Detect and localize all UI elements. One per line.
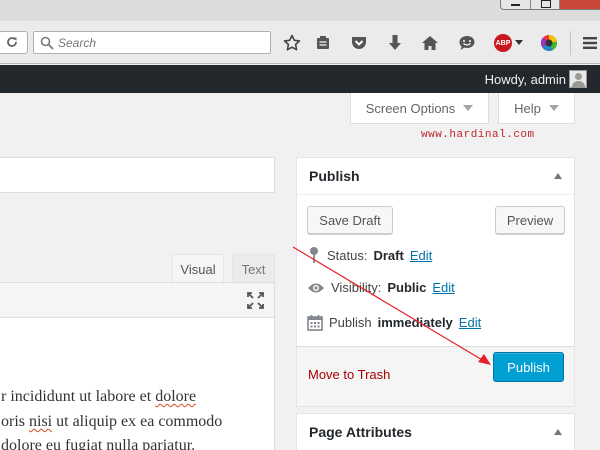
chevron-down-icon xyxy=(463,105,474,111)
close-window-button[interactable] xyxy=(560,0,600,9)
chat-icon[interactable] xyxy=(457,33,477,53)
spelling-error: dolore xyxy=(155,388,197,405)
minimize-button[interactable] xyxy=(501,0,531,9)
schedule-label: Publish xyxy=(329,315,372,330)
editor-content[interactable]: r incididunt ut labore et dolore oris ni… xyxy=(0,318,275,450)
schedule-row: Publish immediately Edit xyxy=(307,314,481,331)
toolbar-separator xyxy=(570,31,571,55)
home-icon[interactable] xyxy=(420,33,440,53)
schedule-value: immediately xyxy=(377,315,453,330)
save-draft-button[interactable]: Save Draft xyxy=(307,206,393,234)
publish-box-title: Publish xyxy=(309,168,360,184)
screen-options-label: Screen Options xyxy=(365,100,456,116)
help-label: Help xyxy=(514,100,541,116)
maximize-button[interactable] xyxy=(531,0,561,9)
download-icon[interactable] xyxy=(385,33,405,53)
visibility-value: Public xyxy=(387,280,427,295)
pocket-icon[interactable] xyxy=(349,33,369,53)
move-to-trash-link[interactable]: Move to Trash xyxy=(308,367,390,382)
adblock-menu-caret-icon[interactable] xyxy=(515,40,523,45)
eye-icon xyxy=(308,283,324,292)
collapse-toggle-icon[interactable] xyxy=(554,173,562,179)
screen-options-button[interactable]: Screen Options xyxy=(350,93,489,124)
bookmark-star-icon[interactable] xyxy=(282,33,302,53)
page-attributes-box: Page Attributes xyxy=(296,413,575,450)
collapse-toggle-icon[interactable] xyxy=(554,429,562,435)
status-row: Status: Draft Edit xyxy=(307,246,432,264)
browser-toolbar: ABP xyxy=(0,21,600,64)
help-button[interactable]: Help xyxy=(498,93,575,124)
wp-admin-bar: Howdy, admin xyxy=(0,65,600,93)
pushpin-icon xyxy=(310,247,318,263)
search-icon xyxy=(40,36,54,50)
window-titlebar xyxy=(0,0,600,21)
hamburger-menu-icon[interactable] xyxy=(580,33,600,53)
editor-line: oris nisi ut aliquip ex ea commodo xyxy=(1,413,223,430)
status-value: Draft xyxy=(373,247,404,263)
howdy-greeting[interactable]: Howdy, admin xyxy=(485,72,566,87)
page-attributes-header[interactable]: Page Attributes xyxy=(297,414,574,450)
spelling-error: nisi xyxy=(29,413,53,430)
major-publishing-actions: Move to Trash Publish xyxy=(297,346,574,406)
status-label: Status: xyxy=(327,247,368,263)
publish-box-header[interactable]: Publish xyxy=(297,158,574,195)
editor-toolbar xyxy=(0,282,275,318)
reload-button[interactable] xyxy=(0,31,28,54)
tab-text[interactable]: Text xyxy=(232,254,275,283)
post-title-input[interactable] xyxy=(0,157,275,193)
chevron-down-icon xyxy=(548,105,559,111)
avatar-head xyxy=(575,73,582,80)
avatar[interactable] xyxy=(569,70,587,88)
calendar-icon xyxy=(307,315,323,331)
visibility-row: Visibility: Public Edit xyxy=(307,280,455,295)
reload-icon xyxy=(7,37,17,47)
page-attributes-title: Page Attributes xyxy=(309,424,412,440)
publish-button[interactable]: Publish xyxy=(493,352,564,382)
editor-line: dolore eu fugiat nulla pariatur. xyxy=(1,437,196,450)
edit-status-link[interactable]: Edit xyxy=(410,248,432,263)
window-controls xyxy=(500,0,600,10)
reading-list-icon[interactable] xyxy=(313,33,333,53)
edit-schedule-link[interactable]: Edit xyxy=(459,315,481,330)
avatar-body xyxy=(572,81,585,87)
visibility-label: Visibility: xyxy=(331,280,382,295)
tab-visual[interactable]: Visual xyxy=(172,254,224,283)
search-input[interactable] xyxy=(58,34,258,51)
fullscreen-icon[interactable] xyxy=(247,292,264,309)
editor-line: r incididunt ut labore et dolore xyxy=(1,388,197,405)
publish-box: Publish Save Draft Preview Status: Draft … xyxy=(296,157,575,407)
watermark: www.hardinal.com xyxy=(421,129,535,141)
adblock-plus-icon[interactable]: ABP xyxy=(494,34,512,52)
preview-button[interactable]: Preview xyxy=(495,206,565,234)
search-box[interactable] xyxy=(33,31,271,54)
color-wheel-icon[interactable] xyxy=(539,33,559,53)
edit-visibility-link[interactable]: Edit xyxy=(432,280,454,295)
